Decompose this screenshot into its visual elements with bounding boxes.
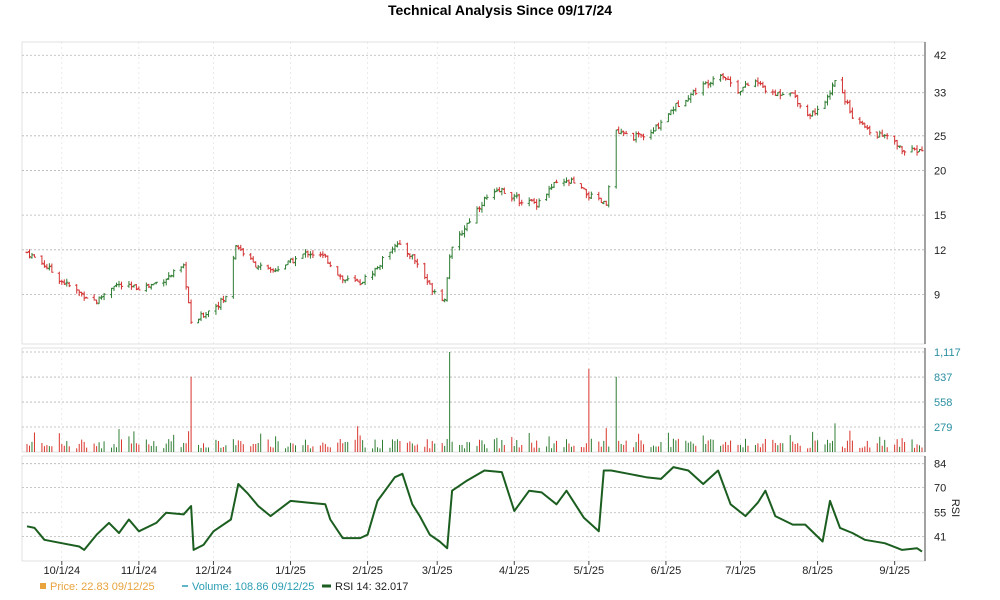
price-tick-label: 25 <box>934 131 946 143</box>
volume-tick-label: 279 <box>934 422 952 434</box>
price-bars <box>25 72 924 324</box>
price-tick-label: 33 <box>934 88 946 100</box>
volume-tick-label: 558 <box>934 397 952 409</box>
date-tick-label: 1/1/25 <box>275 565 306 577</box>
legend-rsi-label: RSI 14: 32.017 <box>335 581 408 593</box>
date-tick-label: 11/1/24 <box>121 565 157 577</box>
rsi-line <box>26 466 923 553</box>
legend-price-marker <box>40 583 46 589</box>
price-tick-label: 20 <box>934 165 946 177</box>
rsi-axis-label: RSI <box>949 499 961 517</box>
panel-frame <box>21 41 926 345</box>
date-tick-label: 2/1/25 <box>352 565 383 577</box>
date-tick-label: 7/1/25 <box>725 565 756 577</box>
date-tick-label: 12/1/24 <box>195 565 232 577</box>
date-tick-label: 8/1/25 <box>802 565 833 577</box>
date-tick-label: 6/1/25 <box>651 565 682 577</box>
legend-price-label: Price: 22.83 09/12/25 <box>50 581 155 593</box>
date-tick-label: 9/1/25 <box>879 565 910 577</box>
price-tick-label: 42 <box>934 50 946 62</box>
rsi-tick-label: 55 <box>934 508 946 520</box>
rsi-tick-label: 70 <box>934 482 946 494</box>
axes: 9 12 15 20 25 33 42 279 558 837 1,117 41 55 70 84 RSI 10… <box>43 42 961 577</box>
date-tick-label: 3/1/25 <box>422 565 453 577</box>
date-tick-label: 10/1/24 <box>43 565 80 577</box>
rsi-tick-label: 84 <box>934 459 946 471</box>
price-tick-label: 9 <box>934 289 940 301</box>
legend: Price: 22.83 09/12/25 Volume: 108.86 09/1… <box>40 581 408 593</box>
panel-frame <box>21 347 926 453</box>
rsi-line-group <box>26 466 923 553</box>
price-tick-label: 12 <box>934 245 946 257</box>
grid-lines <box>21 41 926 562</box>
date-tick-label: 5/1/25 <box>574 565 605 577</box>
legend-volume-label: Volume: 108.86 09/12/25 <box>192 581 314 593</box>
stock-chart: 9 12 15 20 25 33 42 279 558 837 1,117 41 55 70 84 RSI 10… <box>21 41 961 593</box>
date-tick-label: 4/1/25 <box>499 565 530 577</box>
panel-frame <box>21 455 926 562</box>
volume-tick-label: 837 <box>934 372 952 384</box>
rsi-tick-label: 41 <box>934 531 946 543</box>
volume-tick-label: 1,117 <box>934 347 961 359</box>
price-tick-label: 15 <box>934 210 946 222</box>
